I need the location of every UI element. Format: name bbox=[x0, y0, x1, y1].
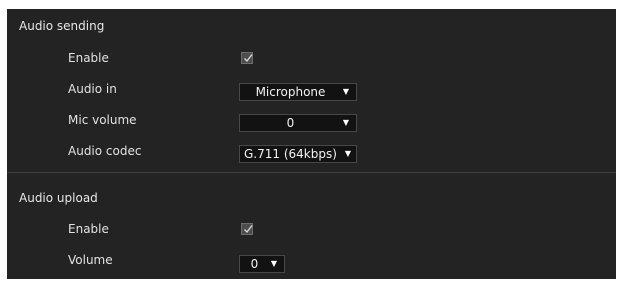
volume-value: 0 bbox=[250, 257, 259, 271]
checkmark-icon bbox=[244, 54, 253, 63]
mic-volume-value: 0 bbox=[286, 116, 295, 130]
audio-in-select[interactable]: Microphone ▼ bbox=[239, 83, 357, 101]
checkmark-icon bbox=[244, 225, 253, 234]
audio-sending-enable-checkbox[interactable] bbox=[241, 52, 253, 64]
mic-volume-label: Mic volume bbox=[68, 113, 137, 127]
audio-in-value: Microphone bbox=[255, 85, 326, 99]
section-divider bbox=[7, 172, 616, 173]
chevron-down-icon: ▼ bbox=[342, 87, 350, 96]
audio-codec-label: Audio codec bbox=[68, 144, 142, 158]
audio-upload-title: Audio upload bbox=[19, 191, 98, 205]
audio-codec-value: G.711 (64kbps) bbox=[244, 147, 337, 161]
audio-settings-panel: Audio sending Enable Audio in Microphone… bbox=[7, 9, 616, 279]
audio-sending-title: Audio sending bbox=[19, 19, 105, 33]
chevron-down-icon: ▼ bbox=[342, 118, 350, 127]
audio-upload-enable-label: Enable bbox=[68, 222, 109, 236]
mic-volume-select[interactable]: 0 ▼ bbox=[239, 114, 357, 132]
audio-codec-select[interactable]: G.711 (64kbps) ▼ bbox=[239, 145, 357, 163]
audio-upload-enable-checkbox[interactable] bbox=[241, 223, 253, 235]
chevron-down-icon: ▼ bbox=[270, 259, 278, 268]
chevron-down-icon: ▼ bbox=[344, 149, 352, 158]
audio-sending-enable-label: Enable bbox=[68, 51, 109, 65]
audio-in-label: Audio in bbox=[68, 82, 117, 96]
volume-select[interactable]: 0 ▼ bbox=[239, 255, 285, 273]
volume-label: Volume bbox=[68, 253, 113, 267]
